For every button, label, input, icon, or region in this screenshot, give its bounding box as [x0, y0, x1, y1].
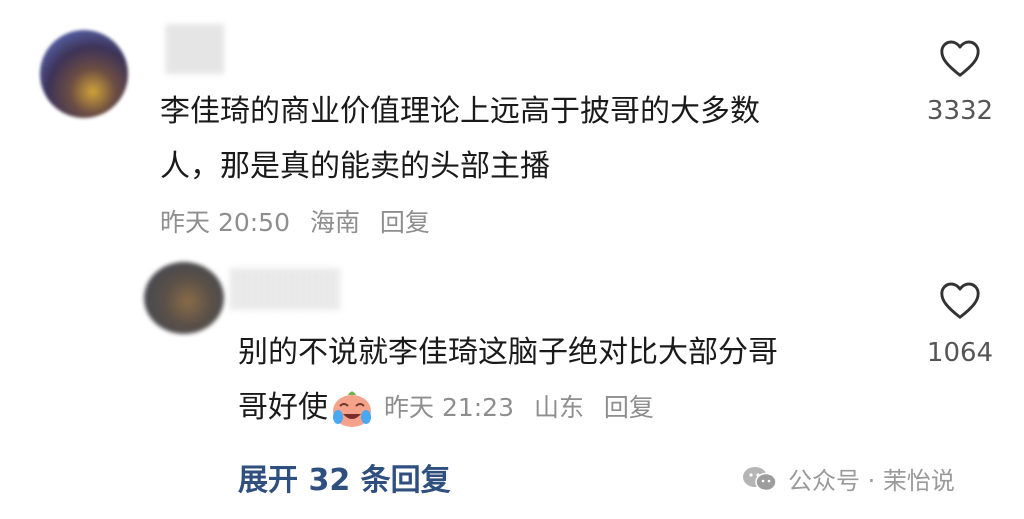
crying-laughing-face-icon [333, 391, 371, 427]
replier-name-blurred[interactable] [230, 268, 340, 310]
comment-reply-button[interactable]: 回复 [380, 208, 430, 237]
watermark: 公众号 · 茉怡说 [740, 461, 955, 496]
reply-text-line-1: 别的不说就李佳琦这脑子绝对比大部分哥 [238, 335, 778, 370]
reply-text-line-2-row: 哥好使 昨天 21:23 山东 回复 [238, 380, 898, 435]
expand-replies-button[interactable]: 展开 32 条回复 [238, 455, 451, 499]
reply-like[interactable]: 1064 [920, 280, 1000, 368]
comment-meta: 昨天 20:50 海南 回复 [160, 203, 442, 239]
comment-like-count: 3332 [926, 96, 994, 126]
comment-text-line-2: 人，那是真的能卖的头部主播 [160, 149, 550, 184]
replier-avatar[interactable] [144, 262, 224, 334]
commenter-avatar[interactable] [40, 30, 128, 118]
reply-time: 昨天 21:23 [384, 393, 514, 422]
reply-location: 山东 [533, 393, 584, 422]
reply-text-line-2: 哥好使 [238, 390, 328, 425]
comment-like[interactable]: 3332 [920, 38, 1000, 126]
heart-icon[interactable] [938, 38, 982, 78]
reply-text: 别的不说就李佳琦这脑子绝对比大部分哥 哥好使 昨天 21:23 山东 回复 [238, 325, 898, 435]
watermark-text: 公众号 · 茉怡说 [788, 467, 955, 495]
reply-reply-button[interactable]: 回复 [604, 393, 654, 422]
comment-location: 海南 [309, 208, 360, 237]
comment-text-line-1: 李佳琦的商业价值理论上远高于披哥的大多数 [160, 94, 760, 129]
reply-meta: 昨天 21:23 山东 回复 [384, 380, 666, 435]
comment-text: 李佳琦的商业价值理论上远高于披哥的大多数 人，那是真的能卖的头部主播 [160, 84, 890, 194]
commenter-name-blurred[interactable] [166, 24, 224, 74]
wechat-icon [743, 466, 777, 491]
heart-icon[interactable] [938, 280, 982, 320]
reply-like-count: 1064 [926, 338, 994, 368]
comment-time: 昨天 20:50 [160, 208, 290, 237]
